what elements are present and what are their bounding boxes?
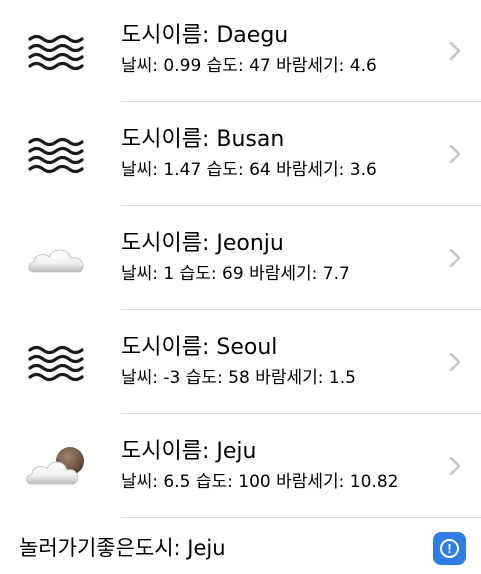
city-name: 도시이름: Daegu — [121, 23, 289, 48]
fog-icon — [24, 25, 90, 77]
chevron-right-icon — [449, 352, 461, 372]
city-name: 도시이름: Seoul — [121, 335, 278, 360]
city-row-daegu[interactable]: 도시이름: Daegu 날씨: 0.99 습도: 47 바람세기: 4.6 — [0, 0, 481, 102]
chevron-right-icon — [449, 41, 461, 61]
city-row-jeju[interactable]: 도시이름: Jeju 날씨: 6.5 습도: 100 바람세기: 10.82 — [0, 414, 481, 518]
city-row-jeonju[interactable]: 도시이름: Jeonju 날씨: 1 습도: 69 바람세기: 7.7 — [0, 206, 481, 310]
city-weather-detail: 날씨: 6.5 습도: 100 바람세기: 10.82 — [121, 472, 399, 492]
info-button[interactable]: ! — [433, 532, 466, 565]
city-weather-detail: 날씨: -3 습도: 58 바람세기: 1.5 — [121, 368, 356, 388]
partly-cloudy-night-icon — [24, 440, 90, 492]
city-name: 도시이름: Jeonju — [121, 231, 284, 256]
chevron-right-icon — [449, 456, 461, 476]
city-list: 도시이름: Daegu 날씨: 0.99 습도: 47 바람세기: 4.6 도시… — [0, 0, 481, 518]
chevron-right-icon — [449, 144, 461, 164]
chevron-right-icon — [449, 248, 461, 268]
city-weather-detail: 날씨: 0.99 습도: 47 바람세기: 4.6 — [121, 56, 377, 76]
city-weather-detail: 날씨: 1.47 습도: 64 바람세기: 3.6 — [121, 160, 377, 180]
city-row-busan[interactable]: 도시이름: Busan 날씨: 1.47 습도: 64 바람세기: 3.6 — [0, 102, 481, 206]
city-weather-detail: 날씨: 1 습도: 69 바람세기: 7.7 — [121, 264, 350, 284]
fog-icon — [24, 128, 90, 180]
city-name: 도시이름: Busan — [121, 127, 285, 152]
recommendation-footer: 놀러가기좋은도시: Jeju ! — [0, 520, 481, 574]
city-name: 도시이름: Jeju — [121, 439, 257, 464]
city-row-seoul[interactable]: 도시이름: Seoul 날씨: -3 습도: 58 바람세기: 1.5 — [0, 310, 481, 414]
cloud-icon — [24, 232, 90, 284]
info-icon: ! — [440, 539, 459, 558]
recommended-city-label: 놀러가기좋은도시: Jeju — [19, 536, 226, 560]
fog-icon — [24, 336, 90, 388]
